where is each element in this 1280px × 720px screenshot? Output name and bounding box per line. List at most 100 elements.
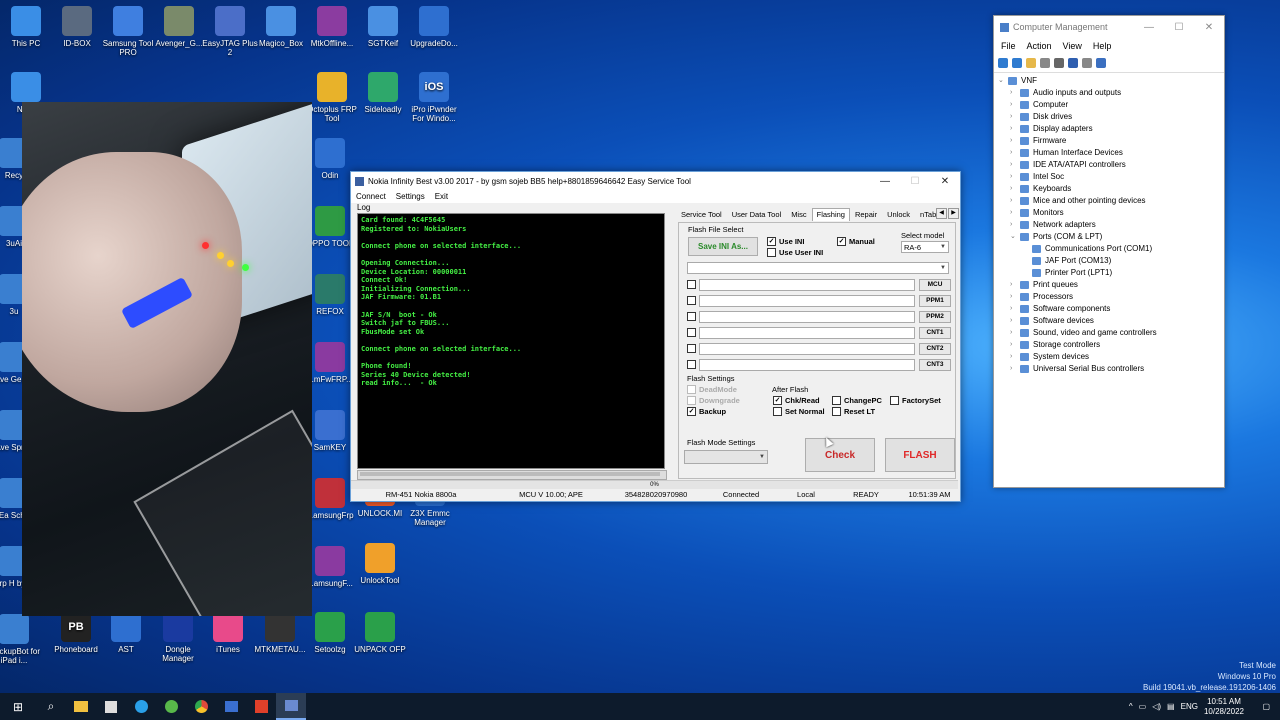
minimize-icon[interactable]: — — [1134, 22, 1164, 33]
language-indicator[interactable]: ENG — [1181, 702, 1198, 711]
tab-misc[interactable]: Misc — [786, 208, 811, 221]
tree-node[interactable]: › Print queues — [998, 279, 1224, 291]
chrome-icon[interactable] — [186, 693, 216, 720]
monitor-icon[interactable] — [1096, 58, 1106, 68]
tab-user-data-tool[interactable]: User Data Tool — [727, 208, 786, 221]
desktop-icon[interactable]: SGTKeif — [355, 6, 411, 48]
file-path-field[interactable] — [699, 358, 915, 371]
file-type-button[interactable]: CNT3 — [919, 358, 951, 371]
tree-node[interactable]: › Software devices — [998, 315, 1224, 327]
chevron-right-icon[interactable]: › — [1010, 279, 1020, 291]
close-icon[interactable]: ✕ — [930, 176, 960, 187]
file-checkbox[interactable] — [687, 296, 696, 305]
edge-icon[interactable] — [126, 693, 156, 720]
desktop-icon[interactable]: Sideloadly — [355, 72, 411, 114]
chevron-right-icon[interactable]: › — [1010, 87, 1020, 99]
windows-start-icon[interactable]: ⊞ — [0, 693, 36, 720]
tree-node[interactable]: › Storage controllers — [998, 339, 1224, 351]
chevron-right-icon[interactable]: › — [1010, 207, 1020, 219]
file-path-field[interactable] — [699, 326, 915, 339]
help-icon[interactable] — [1068, 58, 1078, 68]
forward-icon[interactable] — [1012, 58, 1022, 68]
chevron-right-icon[interactable]: › — [1010, 99, 1020, 111]
desktop-icon[interactable]: Octoplus FRP Tool — [304, 72, 360, 123]
desktop-icon[interactable]: UnlockTool — [352, 543, 408, 585]
keyboard-icon[interactable]: ▤ — [1167, 702, 1175, 711]
close-icon[interactable]: ✕ — [1194, 22, 1224, 33]
chevron-right-icon[interactable]: › — [1010, 315, 1020, 327]
app-green-icon[interactable] — [156, 693, 186, 720]
desktop-icon[interactable]: EasyJTAG Plus 2 — [202, 6, 258, 57]
file-checkbox[interactable] — [687, 312, 696, 321]
chevron-right-icon[interactable]: › — [1010, 219, 1020, 231]
tab-unlock[interactable]: Unlock — [882, 208, 915, 221]
file-type-button[interactable]: CNT1 — [919, 326, 951, 339]
chevron-right-icon[interactable]: › — [1010, 147, 1020, 159]
desktop-icon[interactable]: Dongle Manager — [150, 612, 206, 663]
tree-child-node[interactable]: Communications Port (COM1) — [998, 243, 1224, 255]
flash-mode-select[interactable]: ▼ — [684, 450, 768, 464]
app-red-icon[interactable] — [246, 693, 276, 720]
app-blue-icon[interactable] — [216, 693, 246, 720]
desktop-icon[interactable]: iOS iPro iPwnder For Windo... — [406, 72, 462, 123]
desktop-icon[interactable]: AST — [98, 612, 154, 654]
notification-icon[interactable]: ▢ — [1262, 702, 1270, 711]
file-path-field[interactable] — [699, 294, 915, 307]
file-path-field[interactable] — [699, 310, 915, 323]
tree-node[interactable]: › Audio inputs and outputs — [998, 87, 1224, 99]
tree-node[interactable]: › Monitors — [998, 207, 1224, 219]
maximize-icon[interactable]: ☐ — [1164, 22, 1194, 33]
tree-node[interactable]: › System devices — [998, 351, 1224, 363]
tree-node[interactable]: › Mice and other pointing devices — [998, 195, 1224, 207]
desktop-icon[interactable]: iTunes — [200, 612, 256, 654]
check-button[interactable]: Check — [805, 438, 875, 472]
chevron-right-icon[interactable]: › — [1010, 135, 1020, 147]
chevron-right-icon[interactable]: › — [1010, 351, 1020, 363]
set-normal-checkbox[interactable]: Set Normal — [773, 407, 825, 416]
file-type-button[interactable]: MCU — [919, 278, 951, 291]
tree-node[interactable]: › Disk drives — [998, 111, 1224, 123]
file-type-button[interactable]: CNT2 — [919, 342, 951, 355]
reset-lt-checkbox[interactable]: Reset LT — [832, 407, 875, 416]
cm-menu-view[interactable]: View — [1063, 41, 1082, 51]
chevron-right-icon[interactable]: › — [1010, 123, 1020, 135]
desktop-icon[interactable]: iBackupBot for iPad i... — [0, 614, 42, 665]
chevron-right-icon[interactable]: › — [1010, 339, 1020, 351]
save-ini-button[interactable]: Save INI As... — [688, 237, 758, 256]
model-select[interactable]: RA-6 ▼ — [901, 241, 949, 253]
nk-menu-exit[interactable]: Exit — [435, 192, 448, 201]
tree-node[interactable]: › Universal Serial Bus controllers — [998, 363, 1224, 375]
folder-icon[interactable] — [1026, 58, 1036, 68]
list-icon[interactable] — [1040, 58, 1050, 68]
search-icon[interactable]: ⌕ — [36, 693, 66, 720]
details-icon[interactable] — [1082, 58, 1092, 68]
desktop-icon[interactable]: Magico_Box — [253, 6, 309, 48]
log-console[interactable]: Card found: 4C4F5645 Registered to: Nokia… — [357, 213, 665, 469]
file-path-field[interactable] — [699, 342, 915, 355]
tree-node[interactable]: › Human Interface Devices — [998, 147, 1224, 159]
deadmode-checkbox[interactable]: DeadMode — [687, 385, 737, 394]
file-explorer-icon[interactable] — [66, 693, 96, 720]
file-checkbox[interactable] — [687, 360, 696, 369]
chevron-right-icon[interactable]: › — [1010, 111, 1020, 123]
file-type-button[interactable]: PPM1 — [919, 294, 951, 307]
volume-icon[interactable]: ◁) — [1152, 702, 1161, 711]
tree-node[interactable]: › Keyboards — [998, 183, 1224, 195]
file-checkbox[interactable] — [687, 344, 696, 353]
tree-node[interactable]: › IDE ATA/ATAPI controllers — [998, 159, 1224, 171]
cm-menu-file[interactable]: File — [1001, 41, 1016, 51]
tab-repair[interactable]: Repair — [850, 208, 882, 221]
manual-checkbox[interactable]: ✓ Manual — [837, 237, 875, 246]
desktop-icon[interactable]: Setoolzg — [302, 612, 358, 654]
chevron-left-icon[interactable]: ◀ — [936, 208, 947, 219]
backup-checkbox[interactable]: ✓ Backup — [687, 407, 726, 416]
tree-node[interactable]: ⌄ Ports (COM & LPT) — [998, 231, 1224, 243]
properties-icon[interactable] — [1054, 58, 1064, 68]
chevron-right-icon[interactable]: ▶ — [948, 208, 959, 219]
flash-file-dropdown[interactable]: ▼ — [687, 262, 949, 274]
flash-button[interactable]: FLASH — [885, 438, 955, 472]
desktop-icon[interactable]: MTKMETAU... — [252, 612, 308, 654]
cm-menu-help[interactable]: Help — [1093, 41, 1112, 51]
desktop-icon[interactable]: MtkOffline... — [304, 6, 360, 48]
use-user-ini-checkbox[interactable]: Use User INI — [767, 248, 823, 257]
